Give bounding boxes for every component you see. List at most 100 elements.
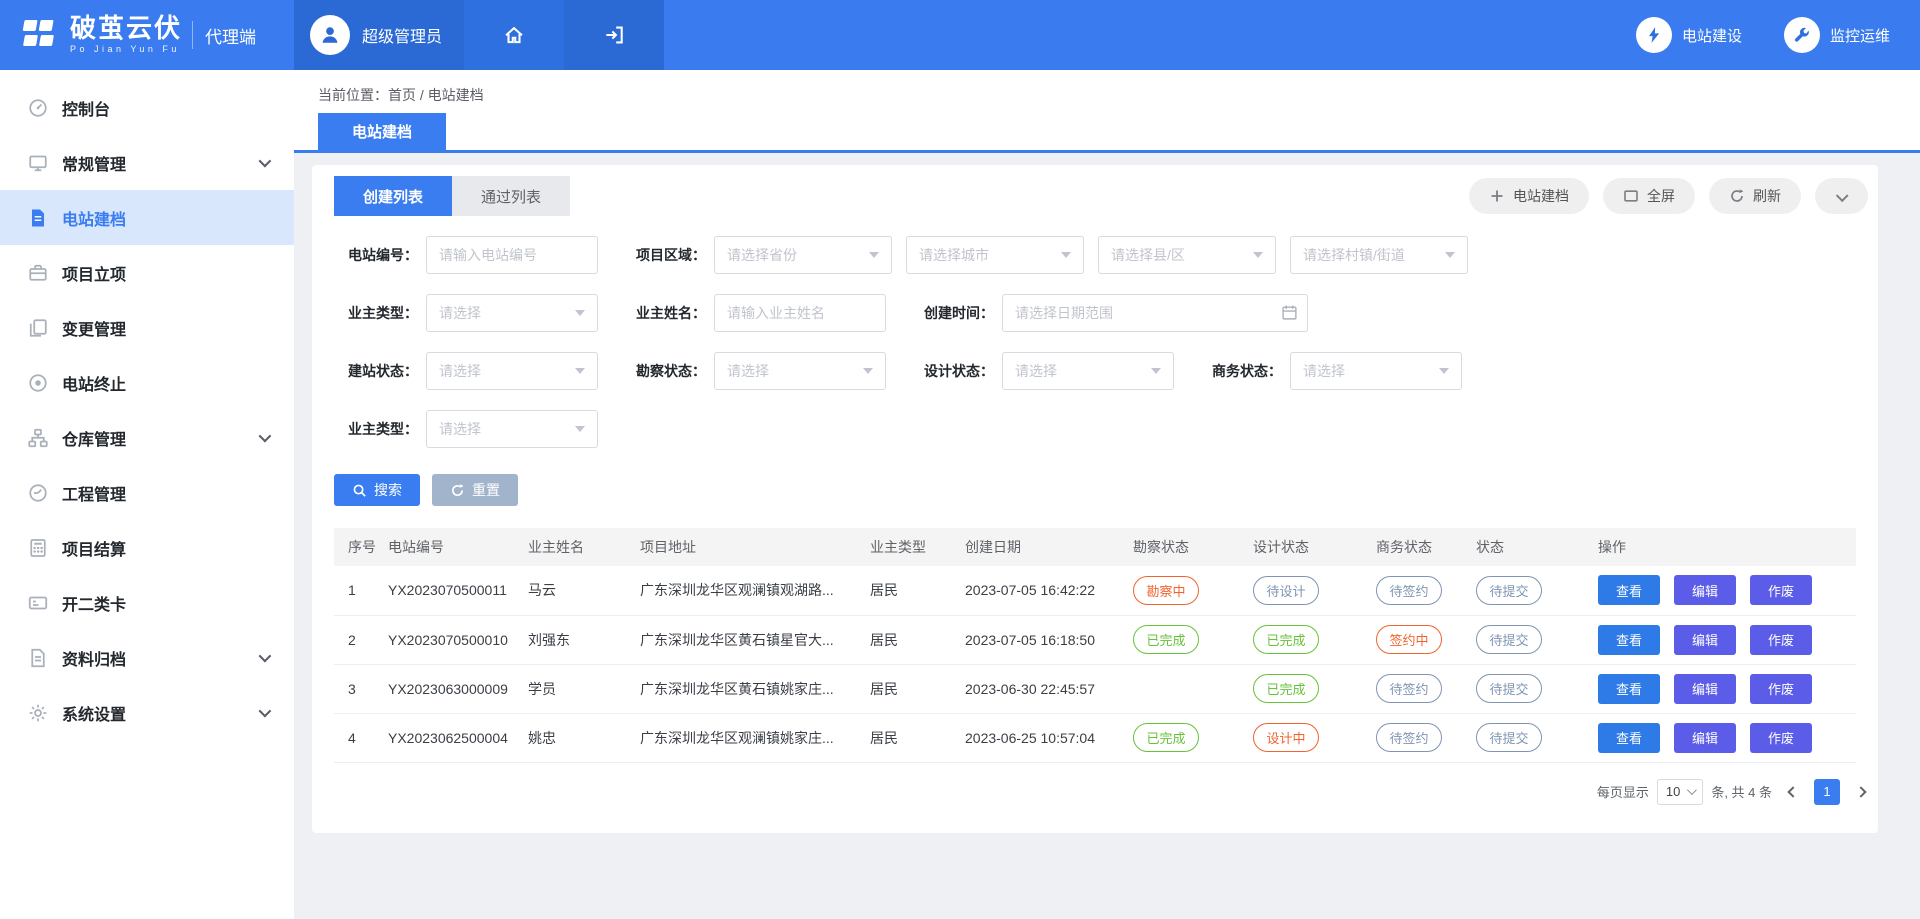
select-placeholder: 请选择 (439, 303, 567, 323)
build-status-select[interactable]: 请选择 (426, 352, 598, 390)
edit-button[interactable]: 编辑 (1674, 674, 1736, 704)
city-select[interactable]: 请选择城市 (906, 236, 1084, 274)
sidebar-item-label: 变更管理 (62, 316, 126, 340)
sidebar-item-label: 系统设置 (62, 701, 126, 725)
column-header: 状态 (1468, 528, 1590, 566)
business-status-select[interactable]: 请选择 (1290, 352, 1462, 390)
record-icon (28, 373, 48, 393)
create-time-range[interactable] (1002, 294, 1308, 332)
prev-page-button[interactable] (1780, 779, 1806, 805)
card-head: 创建列表通过列表 电站建档 全屏 刷新 (312, 165, 1878, 216)
void-button[interactable]: 作废 (1750, 723, 1812, 753)
sidebar-item-label: 项目结算 (62, 536, 126, 560)
edit-button[interactable]: 编辑 (1674, 723, 1736, 753)
cell-owner-name: 姚忠 (520, 713, 632, 762)
sidebar-item-engineering-management[interactable]: 工程管理 (0, 465, 294, 520)
header-nav-label: 电站建设 (1682, 25, 1742, 46)
sidebar-item-project-settlement[interactable]: 项目结算 (0, 520, 294, 575)
design-status-select[interactable]: 请选择 (1002, 352, 1174, 390)
calendar-icon (1281, 304, 1298, 321)
province-select[interactable]: 请选择省份 (714, 236, 892, 274)
edit-button[interactable]: 编辑 (1674, 625, 1736, 655)
per-page-label: 每页显示 (1597, 782, 1649, 801)
sidebar-item-system-settings[interactable]: 系统设置 (0, 685, 294, 740)
county-select[interactable]: 请选择县/区 (1098, 236, 1276, 274)
reset-button[interactable]: 重置 (432, 474, 518, 506)
search-button[interactable]: 搜索 (334, 474, 420, 506)
header-nav-station-build[interactable]: 电站建设 (1636, 17, 1742, 53)
filter-label: 业主类型： (334, 419, 418, 439)
total-label: 条, 共 4 条 (1711, 782, 1772, 801)
sidebar-item-station-termination[interactable]: 电站终止 (0, 355, 294, 410)
cell-created: 2023-06-30 22:45:57 (957, 664, 1125, 713)
fullscreen-button[interactable]: 全屏 (1603, 178, 1695, 214)
sidebar-item-general-management[interactable]: 常规管理 (0, 135, 294, 190)
cell-owner-name: 学员 (520, 664, 632, 713)
sidebar-item-change-management[interactable]: 变更管理 (0, 300, 294, 355)
add-station-button[interactable]: 电站建档 (1469, 178, 1589, 214)
pagination: 每页显示 10 条, 共 4 条 1 (312, 763, 1878, 805)
sidebar-item-data-archive[interactable]: 资料归档 (0, 630, 294, 685)
chevron-down-icon (259, 705, 272, 718)
void-button[interactable]: 作废 (1750, 674, 1812, 704)
tab-passed-list[interactable]: 通过列表 (452, 176, 570, 216)
reset-icon (450, 483, 465, 498)
column-header: 操作 (1590, 528, 1856, 566)
owner-name-input[interactable] (714, 294, 886, 332)
tab-create-list[interactable]: 创建列表 (334, 176, 452, 216)
logout-button[interactable] (564, 0, 664, 70)
home-button[interactable] (464, 0, 564, 70)
cell-operations: 查看编辑作废 (1590, 615, 1856, 664)
owner-type-select-2[interactable]: 请选择 (426, 410, 598, 448)
column-header: 设计状态 (1245, 528, 1368, 566)
survey-status-select[interactable]: 请选择 (714, 352, 886, 390)
header-nav-monitor-ops[interactable]: 监控运维 (1784, 17, 1890, 53)
edit-button[interactable]: 编辑 (1674, 575, 1736, 605)
caret-down-icon (575, 426, 585, 432)
status-badge: 待提交 (1476, 625, 1542, 654)
cell-status: 待提交 (1468, 664, 1590, 713)
next-page-button[interactable] (1848, 779, 1874, 805)
cell-survey-status (1125, 664, 1245, 713)
cell-business-status: 签约中 (1368, 615, 1468, 664)
view-button[interactable]: 查看 (1598, 723, 1660, 753)
town-select[interactable]: 请选择村镇/街道 (1290, 236, 1468, 274)
view-button[interactable]: 查看 (1598, 674, 1660, 704)
select-placeholder: 请选择城市 (919, 245, 1053, 265)
sidebar-item-second-type-card[interactable]: 开二类卡 (0, 575, 294, 630)
table-wrap: 序号电站编号业主姓名项目地址业主类型创建日期勘察状态设计状态商务状态状态操作 1… (312, 506, 1878, 763)
user-menu[interactable]: 超级管理员 (294, 0, 464, 70)
page-size-select[interactable]: 10 (1657, 779, 1703, 805)
sidebar-item-station-archive[interactable]: 电站建档 (0, 190, 294, 245)
refresh-button[interactable]: 刷新 (1709, 178, 1801, 214)
page-tab-station-archive[interactable]: 电站建档 (318, 113, 446, 150)
cell-station-code: YX2023070500011 (380, 566, 520, 615)
sidebar-item-dashboard[interactable]: 控制台 (0, 80, 294, 135)
void-button[interactable]: 作废 (1750, 625, 1812, 655)
sidebar-item-label: 控制台 (62, 96, 110, 120)
logo-icon (14, 12, 60, 58)
filter-row: 业主类型： 请选择 业主姓名：创建时间： (334, 294, 1878, 332)
caret-down-icon (1445, 252, 1455, 258)
cell-index: 1 (334, 566, 380, 615)
filter-label: 电站编号： (334, 245, 418, 265)
refresh-label: 刷新 (1753, 186, 1781, 206)
collapse-button[interactable] (1815, 178, 1868, 214)
sidebar-item-label: 仓库管理 (62, 426, 126, 450)
create-time-range-input[interactable] (1002, 294, 1308, 332)
cell-design-status: 待设计 (1245, 566, 1368, 615)
owner-type-select[interactable]: 请选择 (426, 294, 598, 332)
sidebar: 控制台 常规管理 电站建档 项目立项 变更管理 电站终止 仓库管理 工程管理 (0, 70, 294, 919)
reset-label: 重置 (472, 480, 500, 500)
void-button[interactable]: 作废 (1750, 575, 1812, 605)
view-button[interactable]: 查看 (1598, 625, 1660, 655)
sidebar-item-project-initiation[interactable]: 项目立项 (0, 245, 294, 300)
view-button[interactable]: 查看 (1598, 575, 1660, 605)
column-header: 序号 (334, 528, 380, 566)
current-page[interactable]: 1 (1814, 779, 1840, 805)
sidebar-item-warehouse-management[interactable]: 仓库管理 (0, 410, 294, 465)
dashboard-icon (28, 98, 48, 118)
status-badge: 待提交 (1476, 674, 1542, 703)
station-code-input[interactable] (426, 236, 598, 274)
content-card: 创建列表通过列表 电站建档 全屏 刷新 电站编号：项目区域： (312, 165, 1878, 833)
